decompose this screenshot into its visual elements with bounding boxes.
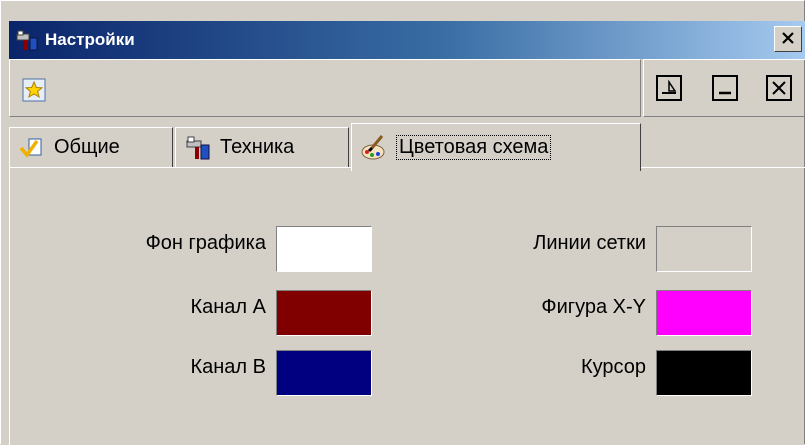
tab-hardware[interactable]: Техника <box>175 127 349 167</box>
cursor-color-label: Курсор <box>580 356 646 378</box>
app-icon <box>13 26 41 54</box>
tab-color-scheme[interactable]: Цветовая схема <box>351 123 641 171</box>
star-document-icon <box>22 78 46 102</box>
settings-window: Настройки Общие Техника Цветовая схема Ф… <box>0 0 805 445</box>
close-icon <box>772 81 786 95</box>
toolbar-window-controls <box>643 59 805 117</box>
background-color-swatch[interactable] <box>276 226 372 272</box>
title-bar[interactable]: Настройки <box>9 21 805 59</box>
channel-a-color-label: Канал А <box>190 296 266 318</box>
palette-brush-icon <box>360 134 388 162</box>
tab-general[interactable]: Общие <box>9 127 173 167</box>
xy-figure-color-label: Фигура X-Y <box>541 296 646 318</box>
tab-color-scheme-label: Цветовая схема <box>396 135 552 160</box>
sailboat-icon <box>662 79 677 94</box>
minimize-button[interactable] <box>712 75 738 101</box>
hardware-icon <box>184 134 212 162</box>
minimize-icon <box>719 91 731 95</box>
grid-lines-color-swatch[interactable] <box>656 226 752 272</box>
panel-close-button[interactable] <box>766 75 792 101</box>
background-color-label: Фон графика <box>145 232 266 254</box>
color-scheme-panel: Фон графика Канал А Канал В Линии сетки … <box>9 167 805 445</box>
cursor-color-swatch[interactable] <box>656 350 752 396</box>
checkmark-pencil-icon <box>18 134 46 162</box>
grid-lines-color-label: Линии сетки <box>533 232 646 254</box>
restore-button[interactable] <box>656 75 682 101</box>
window-title: Настройки <box>45 30 135 49</box>
tab-hardware-label: Техника <box>220 136 295 158</box>
toolbar-left-panel <box>9 59 641 117</box>
favorites-button[interactable] <box>22 78 46 102</box>
channel-b-color-swatch[interactable] <box>276 350 372 396</box>
channel-a-color-swatch[interactable] <box>276 290 372 336</box>
toolbar <box>9 59 805 119</box>
channel-b-color-label: Канал В <box>190 356 266 378</box>
close-icon <box>781 28 795 51</box>
close-button[interactable] <box>774 26 802 52</box>
xy-figure-color-swatch[interactable] <box>656 290 752 336</box>
tab-general-label: Общие <box>54 136 120 158</box>
